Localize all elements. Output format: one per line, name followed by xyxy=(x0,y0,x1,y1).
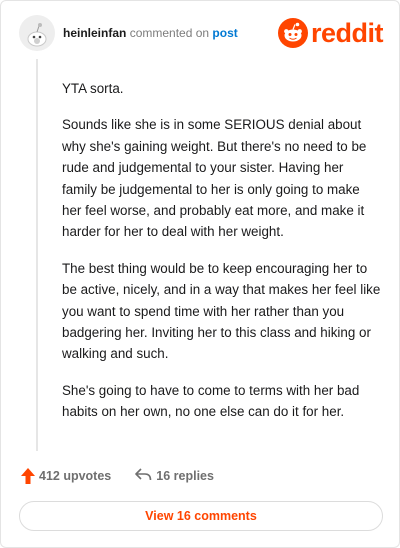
comment-paragraph: The best thing would be to keep encourag… xyxy=(62,260,381,362)
post-link[interactable]: post xyxy=(212,26,237,40)
reply-arrow-icon xyxy=(135,468,152,484)
meta-verb: commented on xyxy=(129,26,210,40)
replies-button[interactable]: 16 replies xyxy=(135,468,214,484)
view-comments-button[interactable]: View 16 comments xyxy=(19,501,383,531)
replies-count: 16 replies xyxy=(156,469,214,483)
comment-actions: 412 upvotes 16 replies xyxy=(21,465,214,487)
reddit-snoo-icon xyxy=(277,18,308,48)
comment-paragraph: YTA sorta. xyxy=(62,81,124,96)
upvote-count: 412 upvotes xyxy=(39,469,112,483)
comment-paragraph: She's going to have to come to terms wit… xyxy=(62,382,360,420)
comment-paragraph: Sounds like she is in some SERIOUS denia… xyxy=(62,117,367,240)
comment-body: YTA sorta. Sounds like she is in some SE… xyxy=(62,78,382,438)
author-link[interactable]: heinleinfan xyxy=(63,26,126,40)
comment-header: heinleinfan commented on post reddit xyxy=(19,15,385,55)
upvote-arrow-icon xyxy=(21,468,35,484)
reddit-logo[interactable]: reddit xyxy=(277,17,384,49)
reddit-wordmark: reddit xyxy=(310,17,384,48)
thread-line[interactable] xyxy=(36,59,38,451)
comment-card: heinleinfan commented on post reddit YTA… xyxy=(0,0,400,548)
snoo-avatar-icon[interactable] xyxy=(19,15,55,51)
upvote-button[interactable]: 412 upvotes xyxy=(21,468,111,484)
comment-meta: heinleinfan commented on post xyxy=(63,26,238,41)
